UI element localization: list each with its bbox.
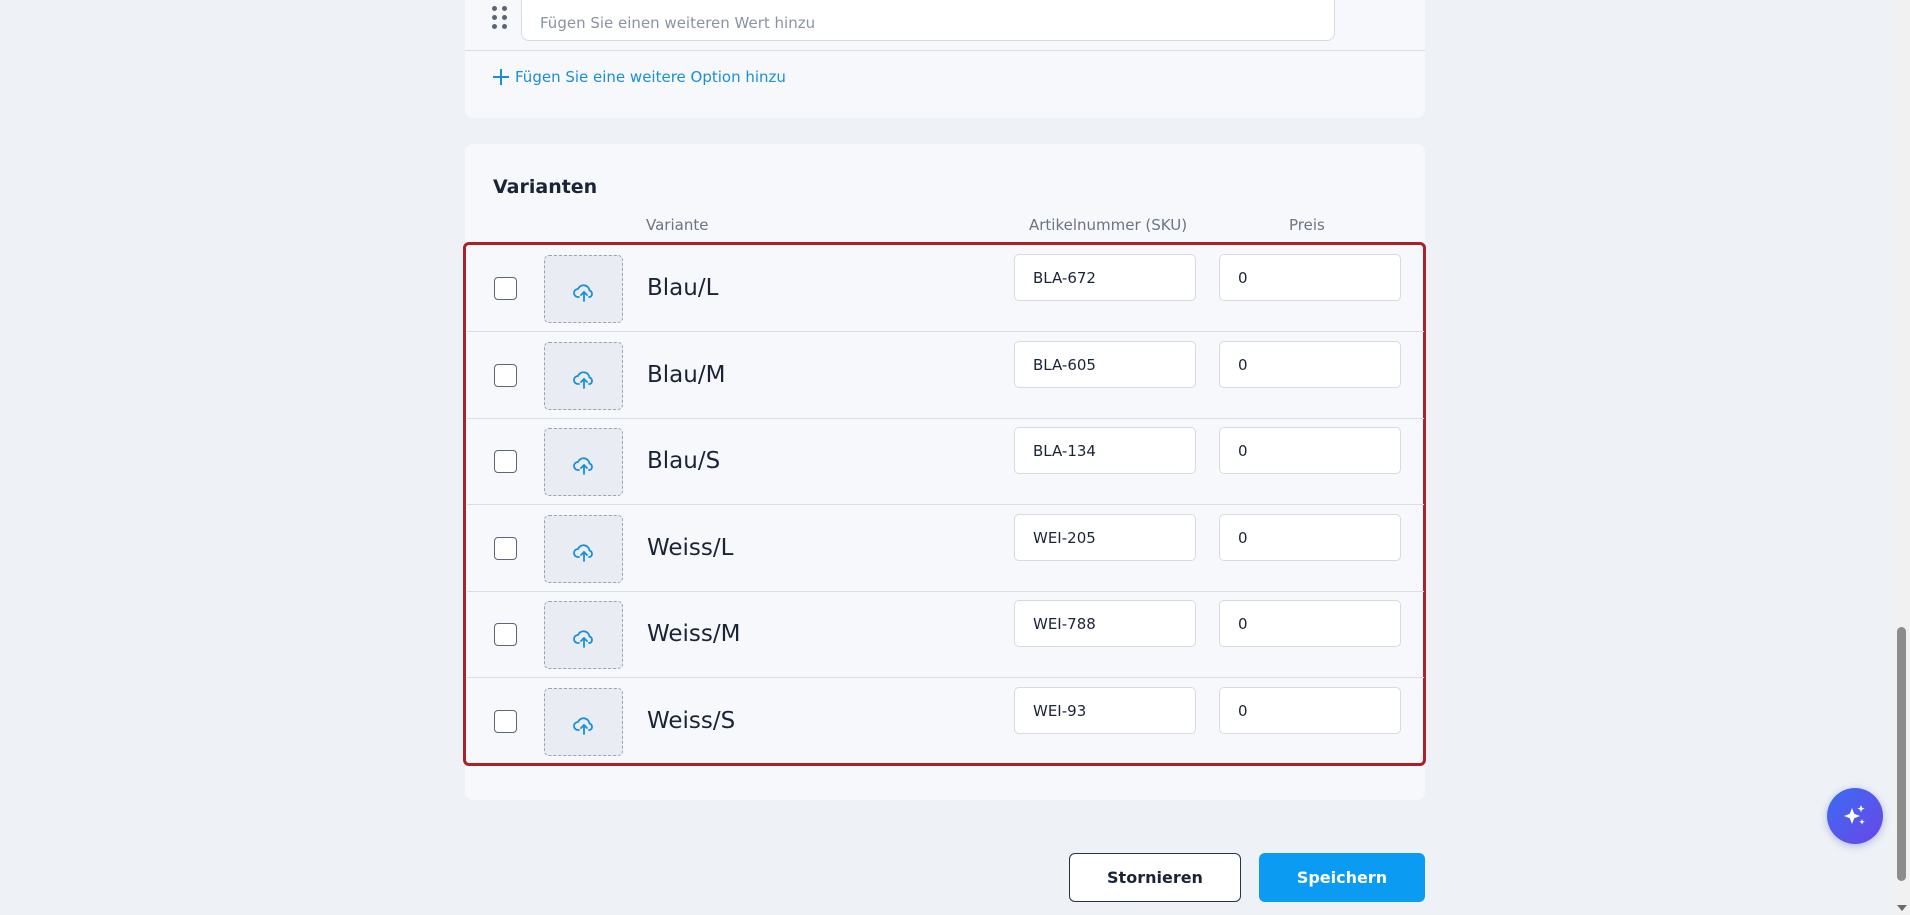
variants-card: Varianten Variante Artikelnummer (SKU) P… <box>463 144 1426 800</box>
sku-input[interactable] <box>1014 427 1196 474</box>
image-upload-dropzone[interactable] <box>544 342 623 410</box>
column-header-sku: Artikelnummer (SKU) <box>1029 216 1188 234</box>
scroll-down-arrow-icon[interactable] <box>1897 905 1907 911</box>
cloud-upload-icon <box>572 371 593 389</box>
image-upload-dropzone[interactable] <box>544 601 623 669</box>
save-button[interactable]: Speichern <box>1259 853 1425 902</box>
price-input[interactable] <box>1219 254 1401 301</box>
variant-row: Weiss/L <box>467 505 1424 592</box>
variant-name: Blau/S <box>647 448 721 474</box>
options-card: Fügen Sie eine weitere Option hinzu <box>465 0 1425 118</box>
plus-icon <box>493 69 509 85</box>
price-input[interactable] <box>1219 600 1401 647</box>
price-input[interactable] <box>1219 514 1401 561</box>
sku-input[interactable] <box>1014 687 1196 734</box>
variant-name: Blau/L <box>647 275 719 301</box>
variant-checkbox[interactable] <box>494 710 517 733</box>
price-input[interactable] <box>1219 341 1401 388</box>
sparkles-icon <box>1844 805 1865 825</box>
variant-name: Weiss/L <box>647 535 734 561</box>
variant-row: Weiss/M <box>467 591 1424 678</box>
image-upload-dropzone[interactable] <box>544 688 623 756</box>
column-header-variant: Variante <box>646 216 709 234</box>
variant-row: Blau/L <box>467 245 1424 332</box>
image-upload-dropzone[interactable] <box>544 255 623 323</box>
variant-row: Weiss/S <box>467 678 1424 765</box>
variant-row: Blau/M <box>467 332 1424 419</box>
sku-input[interactable] <box>1014 514 1196 561</box>
price-input[interactable] <box>1219 687 1401 734</box>
add-option-link[interactable]: Fügen Sie eine weitere Option hinzu <box>493 68 786 86</box>
sku-input[interactable] <box>1014 600 1196 647</box>
variant-row: Blau/S <box>467 418 1424 505</box>
variants-list-highlight: Blau/L Blau/M Blau/S <box>463 242 1426 766</box>
drag-handle-icon[interactable] <box>492 6 507 30</box>
cloud-upload-icon <box>572 544 593 562</box>
price-input[interactable] <box>1219 427 1401 474</box>
cloud-upload-icon <box>572 284 593 302</box>
variant-checkbox[interactable] <box>494 537 517 560</box>
variant-checkbox[interactable] <box>494 364 517 387</box>
cloud-upload-icon <box>572 457 593 475</box>
page-scrollbar[interactable] <box>1893 0 1910 915</box>
cloud-upload-icon <box>572 717 593 735</box>
variant-checkbox[interactable] <box>494 623 517 646</box>
ai-assistant-button[interactable] <box>1827 788 1883 844</box>
cancel-button[interactable]: Stornieren <box>1069 853 1241 902</box>
variant-name: Blau/M <box>647 362 726 388</box>
variant-name: Weiss/M <box>647 621 741 647</box>
column-header-price: Preis <box>1289 216 1325 234</box>
image-upload-dropzone[interactable] <box>544 428 623 496</box>
variant-checkbox[interactable] <box>494 450 517 473</box>
variant-name: Weiss/S <box>647 708 736 734</box>
variants-title: Varianten <box>493 176 598 198</box>
sku-input[interactable] <box>1014 341 1196 388</box>
add-option-label: Fügen Sie eine weitere Option hinzu <box>515 68 786 86</box>
variant-checkbox[interactable] <box>494 277 517 300</box>
option-value-input[interactable] <box>521 0 1335 41</box>
option-value-row <box>465 0 1425 51</box>
scrollbar-thumb[interactable] <box>1897 627 1906 881</box>
cloud-upload-icon <box>572 630 593 648</box>
image-upload-dropzone[interactable] <box>544 515 623 583</box>
sku-input[interactable] <box>1014 254 1196 301</box>
product-variants-page: Fügen Sie eine weitere Option hinzu Vari… <box>0 0 1910 915</box>
